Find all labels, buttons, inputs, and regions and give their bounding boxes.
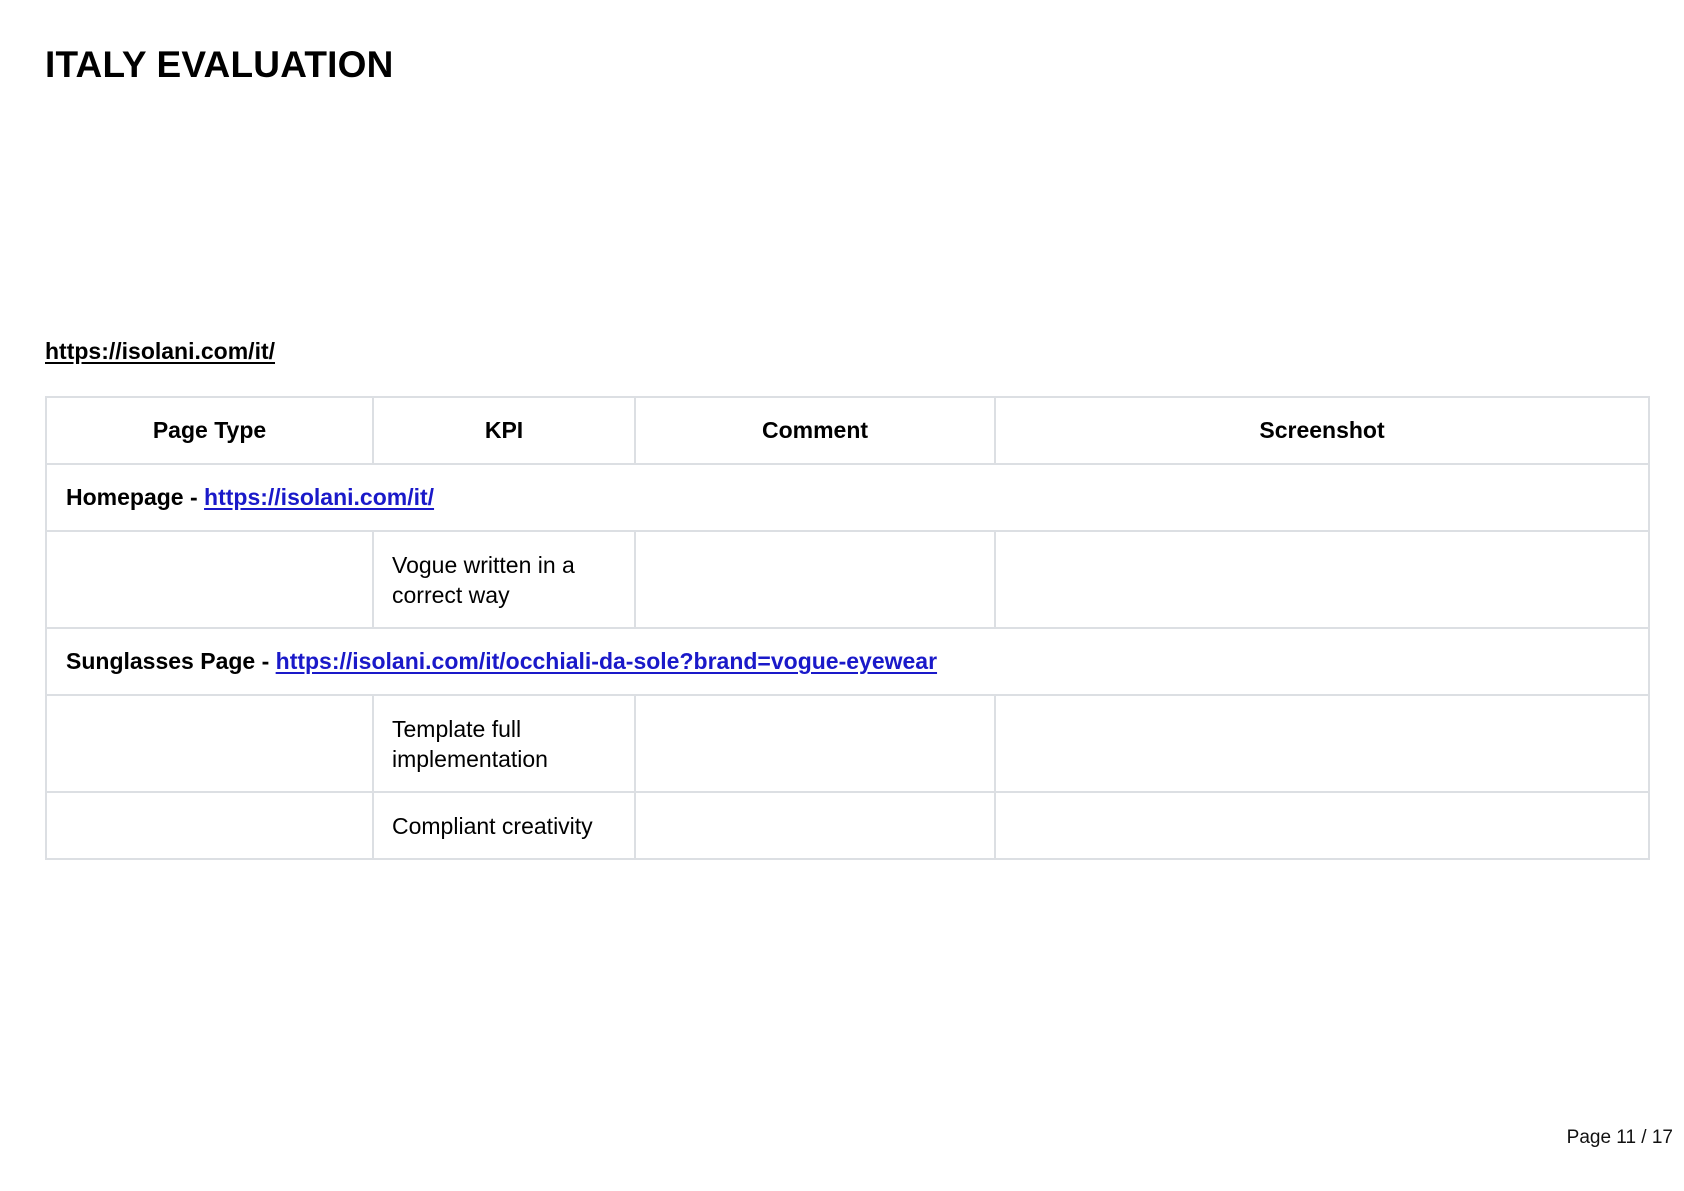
table-row: Template full implementation [45, 694, 1650, 793]
group-row-sunglasses: Sunglasses Page - https://isolani.com/it… [45, 627, 1650, 696]
evaluation-table: Page Type KPI Comment Screenshot Homepag… [45, 396, 1650, 860]
page-type-cell [45, 530, 374, 629]
kpi-cell: Template full implementation [372, 694, 636, 793]
screenshot-cell [994, 694, 1650, 793]
group-row-homepage: Homepage - https://isolani.com/it/ [45, 463, 1650, 532]
screenshot-cell [994, 530, 1650, 629]
page-title: ITALY EVALUATION [45, 44, 394, 85]
table-row: Vogue written in a correct way [45, 530, 1650, 629]
header-screenshot: Screenshot [994, 396, 1650, 465]
header-kpi: KPI [372, 396, 636, 465]
screenshot-cell [994, 791, 1650, 860]
group-cell: Homepage - https://isolani.com/it/ [45, 463, 1650, 532]
section-url-link[interactable]: https://isolani.com/it/ [45, 338, 275, 365]
header-comment: Comment [634, 396, 996, 465]
header-page-type: Page Type [45, 396, 374, 465]
comment-cell [634, 530, 996, 629]
kpi-cell: Vogue written in a correct way [372, 530, 636, 629]
comment-cell [634, 791, 996, 860]
group-cell: Sunglasses Page - https://isolani.com/it… [45, 627, 1650, 696]
table-header-row: Page Type KPI Comment Screenshot [45, 396, 1650, 465]
group-link-sunglasses[interactable]: https://isolani.com/it/occhiali-da-sole?… [276, 648, 937, 674]
page-type-cell [45, 791, 374, 860]
comment-cell [634, 694, 996, 793]
table-row: Compliant creativity [45, 791, 1650, 860]
page-type-cell [45, 694, 374, 793]
group-label: Sunglasses Page - [66, 648, 276, 674]
page-number: Page 11 / 17 [1566, 1127, 1673, 1148]
kpi-cell: Compliant creativity [372, 791, 636, 860]
group-link-homepage[interactable]: https://isolani.com/it/ [204, 484, 434, 510]
group-label: Homepage - [66, 484, 205, 510]
